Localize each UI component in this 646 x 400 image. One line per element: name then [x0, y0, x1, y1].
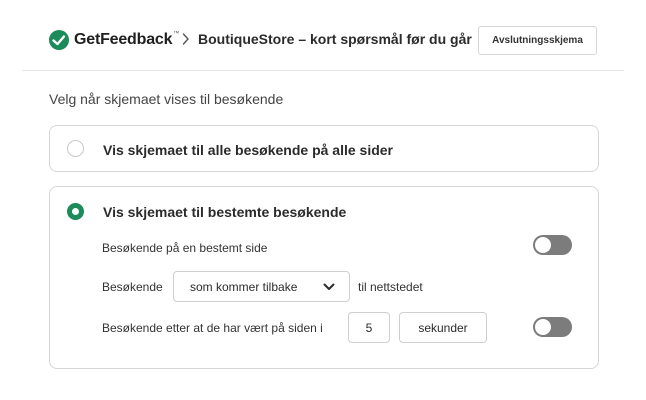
visitor-type-prefix: Besøkende: [102, 280, 163, 294]
survey-type-button[interactable]: Avslutningsskjema: [478, 26, 597, 55]
chevron-right-icon: [182, 32, 190, 46]
radio-specific-visitors[interactable]: [67, 203, 84, 220]
header-divider: [22, 70, 624, 71]
option-specific-visitors-label: Vis skjemaet til bestemte besøkende: [103, 204, 347, 220]
visitor-type-selected-value: som kommer tilbake: [190, 279, 298, 294]
getfeedback-logo-icon: [49, 30, 69, 50]
logo-text: GetFeedback: [74, 31, 173, 48]
option-all-visitors-label: Vis skjemaet til alle besøkende på alle …: [103, 142, 394, 158]
time-on-page-input[interactable]: 5: [348, 312, 390, 343]
getfeedback-logo[interactable]: GetFeedback ™: [49, 30, 179, 50]
time-on-page-toggle[interactable]: [533, 317, 572, 337]
toggle-knob: [535, 237, 551, 253]
visitor-type-select[interactable]: som kommer tilbake: [173, 271, 350, 302]
section-label: Velg når skjemaet vises til besøkende: [49, 91, 284, 107]
chevron-down-icon: [323, 283, 335, 290]
specific-page-toggle[interactable]: [533, 235, 572, 255]
visitor-type-suffix: til nettstedet: [358, 280, 423, 294]
top-header: GetFeedback ™ BoutiqueStore – kort spørs…: [0, 0, 646, 71]
radio-all-visitors[interactable]: [67, 140, 84, 157]
specific-page-label: Besøkende på en bestemt side: [102, 241, 268, 255]
logo-trademark: ™: [173, 31, 180, 37]
time-unit-select[interactable]: sekunder: [399, 312, 487, 343]
toggle-knob: [535, 319, 551, 335]
time-on-page-label: Besøkende etter at de har vært på siden …: [102, 321, 323, 335]
survey-title[interactable]: BoutiqueStore – kort spørsmål før du går: [198, 31, 472, 47]
option-card-all-visitors[interactable]: Vis skjemaet til alle besøkende på alle …: [49, 125, 599, 172]
